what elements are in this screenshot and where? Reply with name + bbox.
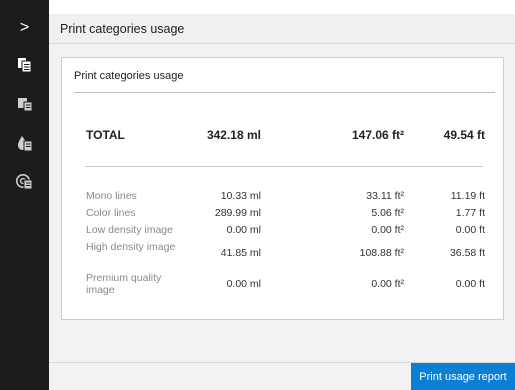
row-ink: 0.00 ml: [226, 278, 261, 290]
expand-menu-button[interactable]: >: [0, 14, 49, 42]
table-row: Color lines 289.99 ml 5.06 ft² 1.77 ft: [62, 206, 503, 220]
row-length: 0.00 ft: [455, 278, 485, 290]
chevron-right-icon: >: [19, 19, 30, 36]
footer-bar: Print usage report: [49, 362, 515, 390]
row-area: 33.11 ft²: [366, 190, 404, 202]
total-area: 147.06 ft²: [351, 128, 404, 142]
row-length: 11.19 ft: [450, 190, 485, 202]
card-title: Print categories usage: [74, 70, 184, 82]
nav-item-media[interactable]: [0, 166, 49, 196]
table-row: Mono lines 10.33 ml 33.11 ft² 11.19 ft: [62, 189, 503, 203]
row-ink: 10.33 ml: [220, 190, 261, 202]
divider: [85, 166, 483, 167]
row-label: Premium quality image: [86, 272, 162, 296]
row-length: 1.77 ft: [455, 207, 485, 219]
print-usage-report-button[interactable]: Print usage report: [411, 363, 515, 390]
row-ink: 0.00 ml: [226, 224, 261, 236]
total-label: TOTAL: [86, 128, 125, 142]
total-row: TOTAL 342.18 ml 147.06 ft² 49.54 ft: [62, 128, 503, 144]
row-ink: 289.99 ml: [214, 207, 261, 219]
disc-icon: [16, 173, 33, 189]
row-length: 0.00 ft: [455, 224, 485, 236]
side-navigation: >: [0, 0, 49, 390]
row-label: Mono lines: [86, 190, 137, 202]
total-length: 49.54 ft: [443, 128, 485, 142]
pages-icon: [17, 58, 31, 73]
table-row: High density image 41.85 ml 108.88 ft² 3…: [62, 239, 503, 265]
row-area: 0.00 ft²: [371, 278, 404, 290]
total-ink: 342.18 ml: [206, 128, 261, 142]
printer-icon: [17, 98, 32, 112]
table-row: Premium quality image 0.00 ml 0.00 ft² 0…: [62, 270, 503, 296]
nav-item-printer[interactable]: [0, 89, 49, 119]
nav-item-pages[interactable]: [0, 50, 49, 80]
row-ink: 41.85 ml: [220, 247, 261, 259]
divider: [74, 92, 495, 93]
page-header: Print categories usage: [49, 14, 515, 44]
row-area: 0.00 ft²: [371, 224, 404, 236]
nav-item-ink[interactable]: [0, 128, 49, 158]
row-length: 36.58 ft: [449, 247, 485, 259]
ink-drop-icon: [17, 135, 32, 151]
row-area: 5.06 ft²: [371, 207, 404, 219]
page-title: Print categories usage: [60, 22, 185, 36]
usage-card: Print categories usage TOTAL 342.18 ml 1…: [61, 57, 504, 320]
row-label: Color lines: [86, 207, 136, 219]
row-label: High density image: [86, 241, 176, 253]
row-label: Low density image: [86, 224, 173, 236]
row-area: 108.88 ft²: [359, 247, 404, 259]
table-row: Low density image 0.00 ml 0.00 ft² 0.00 …: [62, 223, 503, 237]
main-content: Print categories usage TOTAL 342.18 ml 1…: [49, 44, 515, 362]
